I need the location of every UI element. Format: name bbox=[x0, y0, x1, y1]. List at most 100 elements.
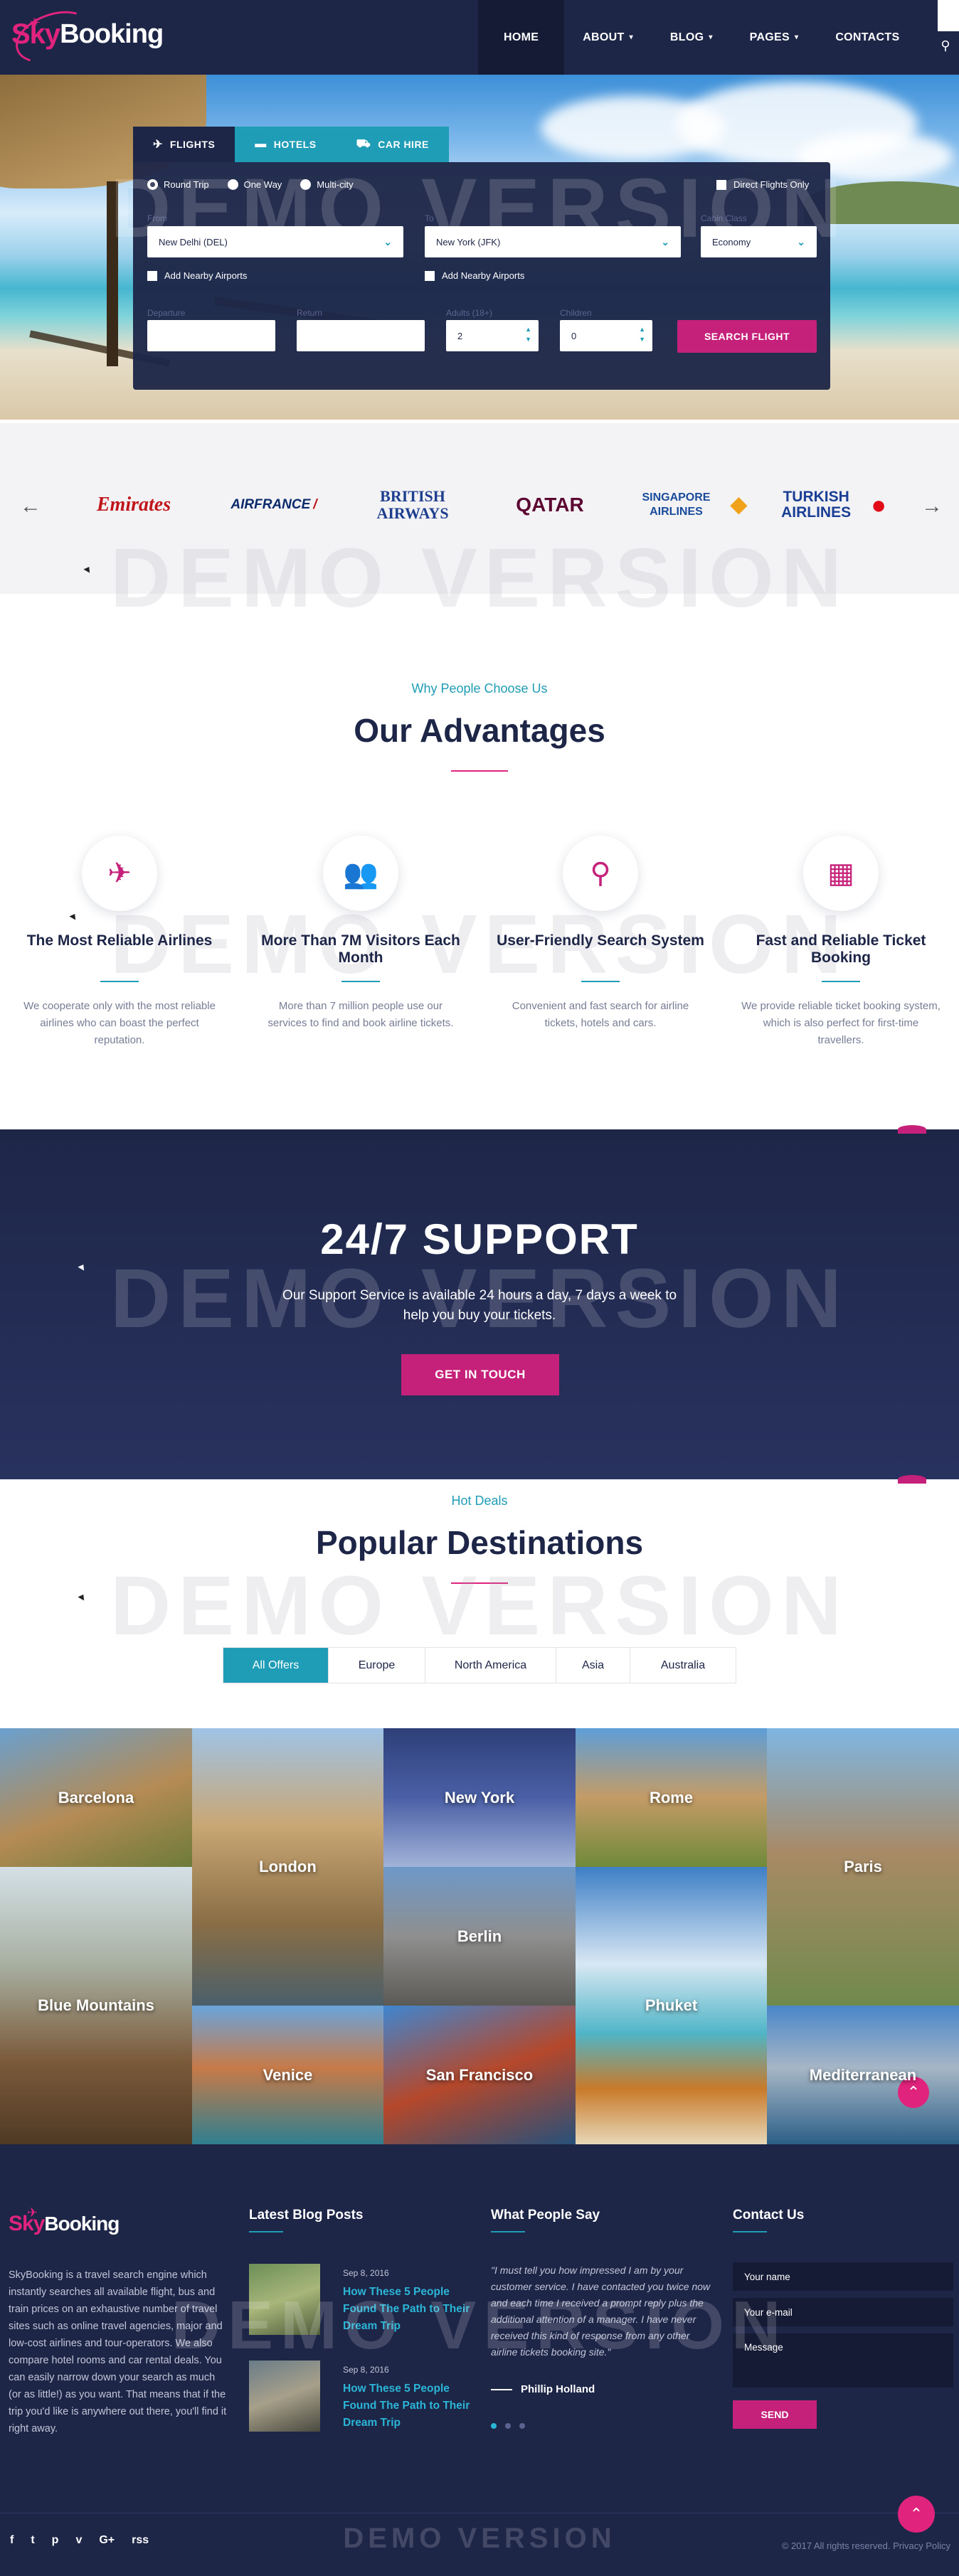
destination-tile-barcelona[interactable]: Barcelona bbox=[0, 1728, 192, 1867]
direct-flights-checkbox[interactable]: Direct Flights Only bbox=[716, 179, 809, 190]
airline-logo-emirates: Emirates bbox=[96, 494, 171, 516]
mouse-cursor bbox=[78, 1262, 87, 1271]
nav-blog[interactable]: BLOG ▾ bbox=[652, 0, 731, 75]
mouse-cursor bbox=[83, 565, 92, 573]
nav-home[interactable]: HOME bbox=[478, 0, 565, 75]
advantage-underline bbox=[581, 981, 620, 982]
car-icon: ⛟ bbox=[356, 138, 371, 150]
filter-australia[interactable]: Australia bbox=[630, 1648, 736, 1683]
stepper-arrows-icon[interactable]: ▲ ▼ bbox=[525, 324, 531, 344]
radio-round-trip[interactable]: Round Trip bbox=[147, 179, 209, 190]
filter-asia[interactable]: Asia bbox=[556, 1648, 630, 1683]
title-underline bbox=[451, 1582, 508, 1584]
from-select[interactable]: New Delhi (DEL) ⌄ bbox=[147, 226, 403, 257]
destination-tile-venice[interactable]: Venice bbox=[192, 2006, 383, 2144]
blog-post-thumbnail[interactable] bbox=[249, 2361, 320, 2432]
search-tabs: ✈ FLIGHTS ▬ HOTELS ⛟ CAR HIRE bbox=[133, 127, 449, 162]
search-toggle-box bbox=[938, 0, 959, 31]
destinations-subtitle: Hot Deals bbox=[451, 1494, 508, 1508]
destination-tile-paris[interactable]: Paris bbox=[767, 1728, 959, 2006]
destination-tile-london[interactable]: London bbox=[192, 1728, 383, 2006]
search-icon: ⚲ bbox=[941, 38, 950, 53]
support-text: Our Support Service is available 24 hour… bbox=[282, 1288, 677, 1323]
airline-logo-qatar: QATAR bbox=[516, 494, 584, 516]
tab-car-hire[interactable]: ⛟ CAR HIRE bbox=[336, 127, 449, 162]
chevron-down-icon: ⌄ bbox=[661, 235, 669, 248]
footer-logo[interactable]: ✈ Sky Booking bbox=[9, 2203, 120, 2245]
tab-hotels[interactable]: ▬ HOTELS bbox=[235, 127, 337, 162]
hero-banner: ✈ FLIGHTS ▬ HOTELS ⛟ CAR HIRE Round Trip On… bbox=[0, 75, 959, 420]
nav-pages[interactable]: PAGES ▾ bbox=[731, 0, 817, 75]
post-date: Sep 8, 2016 bbox=[343, 2268, 389, 2278]
advantage-card: ✈ The Most Reliable Airlines We cooperat… bbox=[13, 836, 226, 1049]
adults-stepper[interactable]: 2 ▲ ▼ bbox=[446, 320, 539, 351]
chevron-down-icon: ⌄ bbox=[797, 235, 805, 248]
advantage-card: ▦ Fast and Reliable Ticket Booking We pr… bbox=[734, 836, 948, 1049]
to-select[interactable]: New York (JFK) ⌄ bbox=[425, 226, 681, 257]
advantages-subtitle: Why People Choose Us bbox=[411, 681, 548, 696]
header-search-button[interactable]: ⚲ bbox=[932, 0, 959, 71]
message-textarea[interactable]: Message bbox=[733, 2333, 953, 2388]
heading-underline bbox=[249, 2231, 283, 2232]
destination-tile-berlin[interactable]: Berlin bbox=[383, 1867, 576, 2006]
checkbox-box bbox=[147, 270, 157, 281]
pager-dot[interactable] bbox=[491, 2423, 497, 2429]
demo-watermark: DEMO VERSION bbox=[110, 1559, 849, 1653]
destination-tile-blue-mountains[interactable]: Blue Mountains bbox=[0, 1867, 192, 2144]
email-input[interactable]: Your e-mail bbox=[733, 2298, 953, 2326]
nav-about[interactable]: ABOUT ▾ bbox=[564, 0, 652, 75]
rss-icon[interactable]: rss bbox=[132, 2534, 149, 2547]
pager-dot[interactable] bbox=[519, 2423, 525, 2429]
facebook-icon[interactable]: f bbox=[10, 2534, 14, 2547]
children-stepper[interactable]: 0 ▲ ▼ bbox=[560, 320, 652, 351]
checkbox-box bbox=[425, 270, 435, 281]
tab-flights[interactable]: ✈ FLIGHTS bbox=[133, 127, 235, 162]
vimeo-icon[interactable]: v bbox=[75, 2534, 82, 2547]
destination-tile-mediterranean[interactable]: Mediterranean bbox=[767, 2006, 959, 2144]
search-flight-button[interactable]: SEARCH FLIGHT bbox=[677, 320, 817, 353]
social-links: f t p v G+ rss bbox=[10, 2534, 149, 2547]
nearby-to-checkbox[interactable]: Add Nearby Airports bbox=[425, 270, 524, 281]
filter-all-offers[interactable]: All Offers bbox=[223, 1648, 329, 1683]
arrow-right-icon[interactable]: → bbox=[921, 494, 943, 518]
testimonial-quote: "I must tell you how impressed I am by y… bbox=[491, 2264, 711, 2358]
destination-tile-phuket[interactable]: Phuket bbox=[576, 1867, 767, 2144]
destination-tile-san-francisco[interactable]: San Francisco bbox=[383, 2006, 576, 2144]
advantage-text: We provide reliable ticket booking syste… bbox=[741, 1000, 941, 1046]
pinterest-icon[interactable]: p bbox=[52, 2534, 59, 2547]
testimonial-author: Phillip Holland bbox=[521, 2383, 595, 2395]
stepper-arrows-icon[interactable]: ▲ ▼ bbox=[639, 324, 645, 344]
send-button[interactable]: SEND bbox=[733, 2400, 817, 2429]
advantage-underline bbox=[100, 981, 139, 982]
decor-shape bbox=[898, 1475, 926, 1484]
destination-tile-rome[interactable]: Rome bbox=[576, 1728, 767, 1867]
arrow-left-icon[interactable]: ← bbox=[20, 494, 41, 518]
footer-about-text: SkyBooking is a travel search engine whi… bbox=[9, 2269, 227, 2434]
departure-label: Departure bbox=[147, 308, 186, 318]
advantage-title: User-Friendly Search System bbox=[497, 932, 704, 949]
nav-contacts[interactable]: CONTACTS bbox=[817, 0, 918, 75]
heading-underline bbox=[491, 2231, 525, 2232]
departure-date-input[interactable] bbox=[147, 320, 275, 351]
scroll-to-top-button[interactable]: ⌃ bbox=[898, 2496, 935, 2533]
cabin-class-select[interactable]: Economy ⌄ bbox=[701, 226, 817, 257]
google-plus-icon[interactable]: G+ bbox=[99, 2534, 115, 2547]
destination-tile-new-york[interactable]: New York bbox=[383, 1728, 576, 1867]
site-logo[interactable]: ✈ Sky Booking bbox=[9, 1, 164, 73]
pager-dot[interactable] bbox=[505, 2423, 511, 2429]
filter-north-america[interactable]: North America bbox=[425, 1648, 556, 1683]
nearby-from-checkbox[interactable]: Add Nearby Airports bbox=[147, 270, 247, 281]
post-title-link[interactable]: How These 5 People Found The Path to The… bbox=[343, 2284, 471, 2335]
blog-post-thumbnail[interactable] bbox=[249, 2264, 320, 2335]
return-date-input[interactable] bbox=[297, 320, 425, 351]
testimonial-heading: What People Say bbox=[491, 2208, 600, 2223]
name-input[interactable]: Your name bbox=[733, 2262, 953, 2291]
get-in-touch-button[interactable]: GET IN TOUCH bbox=[401, 1354, 559, 1395]
radio-multi-city[interactable]: Multi-city bbox=[300, 179, 354, 190]
advantage-title: The Most Reliable Airlines bbox=[26, 932, 213, 949]
filter-europe[interactable]: Europe bbox=[329, 1648, 425, 1683]
twitter-icon[interactable]: t bbox=[31, 2534, 34, 2547]
plane-icon: ✈ bbox=[82, 836, 157, 911]
radio-one-way[interactable]: One Way bbox=[227, 179, 282, 190]
post-title-link[interactable]: How These 5 People Found The Path to The… bbox=[343, 2380, 471, 2432]
